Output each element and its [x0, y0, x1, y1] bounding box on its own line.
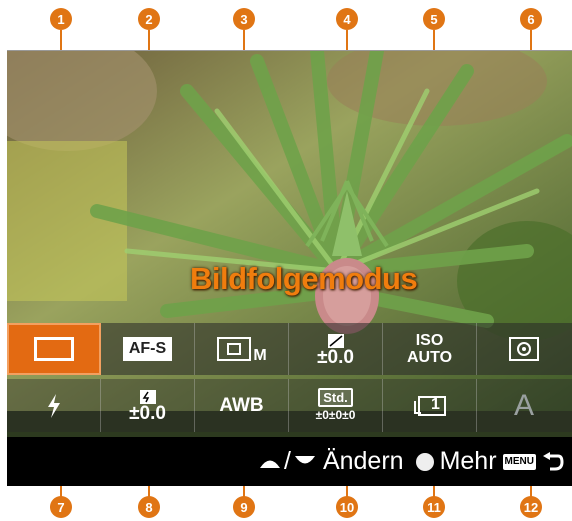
back-arrow-icon[interactable] [542, 451, 564, 472]
callout-3: 3 [233, 8, 255, 30]
auto-mode-button[interactable]: A [477, 379, 571, 432]
white-balance-value: AWB [219, 394, 264, 416]
flash-comp-button[interactable]: ±0.0 [101, 379, 195, 432]
single-shot-icon [34, 337, 74, 361]
drive-count-value: 1 [431, 396, 440, 413]
flash-mode-button[interactable] [7, 379, 101, 432]
function-row-bottom: ±0.0 AWB Std. ±0±0±0 1 A [7, 379, 572, 432]
callout-1: 1 [50, 8, 72, 30]
iso-value: AUTO [406, 349, 453, 366]
bracket-icon [413, 395, 446, 416]
iso-button[interactable]: ISO AUTO [383, 323, 477, 375]
creative-style-values: ±0±0±0 [315, 407, 356, 422]
callout-2: 2 [138, 8, 160, 30]
mode-title: Bildfolgemodus [190, 261, 418, 296]
flash-comp-value: ±0.0 [129, 403, 166, 424]
white-balance-button[interactable]: AWB [195, 379, 289, 432]
drive-mode-button[interactable] [7, 323, 101, 375]
focus-area-icon [217, 337, 252, 361]
callout-5: 5 [423, 8, 445, 30]
metering-icon [509, 337, 539, 361]
focus-area-suffix: M [253, 347, 267, 364]
callout-8: 8 [138, 496, 160, 518]
focus-mode-label: AF-S [122, 337, 173, 361]
camera-screen: Bildfolgemodus AF-S M ±0.0 ISO AUTO ±0.0… [7, 50, 572, 486]
change-label: Ändern [322, 447, 404, 475]
callout-6: 6 [520, 8, 542, 30]
creative-style-button[interactable]: Std. ±0±0±0 [289, 379, 383, 432]
focus-mode-button[interactable]: AF-S [101, 323, 195, 375]
dial-up-icon [260, 460, 280, 468]
menu-button-icon[interactable]: MENU [502, 453, 536, 470]
callout-11: 11 [423, 496, 445, 518]
auto-mode-icon: A [513, 388, 534, 422]
iso-label: ISO [415, 332, 444, 349]
exposure-comp-button[interactable]: ±0.0 [289, 323, 383, 375]
more-label: Mehr [439, 447, 497, 475]
callout-7: 7 [50, 496, 72, 518]
exposure-comp-value: ±0.0 [317, 346, 354, 368]
creative-style-label: Std. [318, 387, 353, 407]
metering-mode-button[interactable] [477, 323, 571, 375]
focus-area-button[interactable]: M [195, 323, 289, 375]
flash-icon [47, 393, 60, 418]
callout-9: 9 [233, 496, 255, 518]
slash-separator: / [284, 447, 291, 475]
callout-10: 10 [336, 496, 358, 518]
drive-count-button[interactable]: 1 [383, 379, 477, 432]
callout-4: 4 [336, 8, 358, 30]
callout-12: 12 [520, 496, 542, 518]
control-wheel-icon [415, 452, 434, 471]
dial-down-icon [294, 455, 315, 463]
help-bar: / Ändern Mehr MENU [7, 437, 572, 486]
function-row-top: AF-S M ±0.0 ISO AUTO [7, 323, 572, 375]
